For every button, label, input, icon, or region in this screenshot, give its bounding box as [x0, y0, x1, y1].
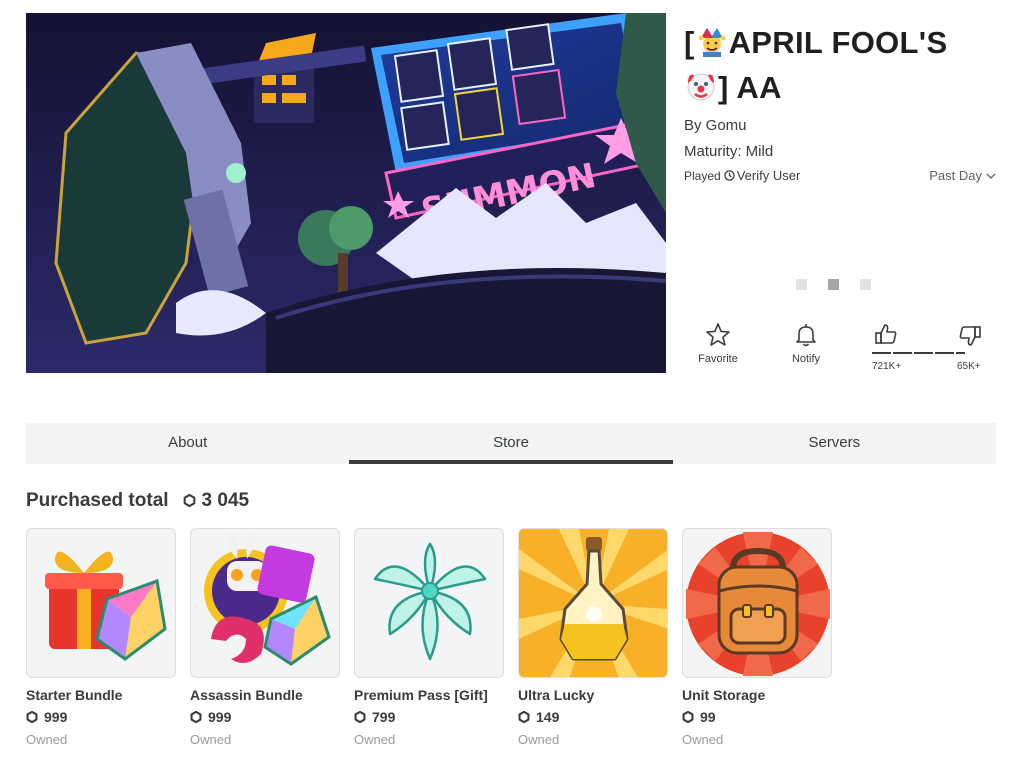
- backpack-icon: [686, 532, 830, 676]
- robux-icon: [183, 494, 195, 507]
- game-title: [ APRIL FOOL'S ] AA: [684, 20, 996, 110]
- store-item: Premium Pass [Gift] 799 Owned: [354, 528, 504, 747]
- store-item-price-value: 149: [536, 709, 560, 725]
- tab-store[interactable]: Store: [349, 423, 673, 464]
- store-item-price-value: 99: [700, 709, 716, 725]
- mask-crystal-icon: [204, 534, 331, 666]
- creator-link[interactable]: By Gomu: [684, 114, 996, 138]
- period-dropdown[interactable]: Past Day: [929, 168, 996, 183]
- game-tabs: About Store Servers: [26, 423, 996, 464]
- store-item: Unit Storage 99 Owned: [682, 528, 832, 747]
- played-row: Played Verify User Past Day: [684, 168, 996, 188]
- title-suffix-text: ] AA: [718, 70, 782, 105]
- bell-icon: [796, 324, 816, 347]
- store-item-price-value: 799: [372, 709, 396, 725]
- robux-icon: [354, 710, 366, 724]
- vote-bar-segment-4: [935, 352, 954, 354]
- title-bracket-open: [: [684, 25, 695, 60]
- vote-bar-segment-3: [914, 352, 933, 354]
- star-icon: [706, 323, 730, 346]
- store-item-card[interactable]: [518, 528, 668, 678]
- clown-face-emoji-icon: [687, 73, 715, 101]
- played-label: Played: [684, 169, 721, 183]
- tab-about[interactable]: About: [26, 423, 349, 464]
- game-details-panel: [ APRIL FOOL'S ] AA By Gomu Maturity: Mi…: [684, 20, 996, 188]
- gift-crystal-icon: [45, 551, 167, 661]
- store-item-name[interactable]: Assassin Bundle: [190, 687, 340, 703]
- thumbs-down-icon: [959, 326, 981, 346]
- store-item: Assassin Bundle 999 Owned: [190, 528, 340, 747]
- store-item-card[interactable]: [682, 528, 832, 678]
- dislikes-count: 65K+: [957, 361, 981, 372]
- thumbs-up-icon: [875, 324, 897, 344]
- store-item-price: 799: [354, 709, 504, 725]
- purchased-total-value: 3 045: [201, 490, 250, 511]
- likes-count: 721K+: [872, 361, 902, 372]
- purchased-total: Purchased total 3 045: [26, 490, 249, 512]
- potion-icon: [519, 529, 667, 677]
- robux-icon: [518, 710, 530, 724]
- store-item-status: Owned: [190, 732, 232, 747]
- store-item-price: 149: [518, 709, 668, 725]
- store-item-price: 999: [26, 709, 176, 725]
- vote-bar-segment-2: [893, 352, 912, 354]
- carousel-dot-2[interactable]: [828, 279, 839, 290]
- purchased-total-label: Purchased total: [26, 490, 169, 511]
- store-item: Starter Bundle 999 Owned: [26, 528, 176, 747]
- downvote-button[interactable]: [956, 322, 984, 353]
- game-actions: Favorite Notify 721K+ 65K+: [684, 322, 996, 378]
- upvote-button[interactable]: [872, 322, 900, 353]
- game-thumbnail[interactable]: SUMMON: [26, 13, 666, 373]
- thumbnail-artwork: SUMMON: [26, 13, 666, 373]
- vote-ratio-bar: [872, 352, 972, 355]
- store-item-price: 999: [190, 709, 340, 725]
- notify-label: Notify: [791, 353, 821, 365]
- flower-icon: [373, 542, 487, 661]
- store-item-card[interactable]: [354, 528, 504, 678]
- store-item-name[interactable]: Ultra Lucky: [518, 687, 668, 703]
- store-item-price: 99: [682, 709, 832, 725]
- robux-icon: [682, 710, 694, 724]
- maturity-label: Maturity: Mild: [684, 143, 774, 160]
- favorite-label: Favorite: [698, 353, 738, 365]
- chevron-down-icon: [986, 173, 996, 179]
- store-item-status: Owned: [26, 732, 68, 747]
- store-item-name[interactable]: Unit Storage: [682, 687, 832, 703]
- favorite-button[interactable]: Favorite: [696, 322, 740, 365]
- store-item-card[interactable]: [26, 528, 176, 678]
- carousel-dot-3[interactable]: [860, 279, 871, 290]
- notify-button[interactable]: Notify: [786, 322, 826, 365]
- store-item-name[interactable]: Premium Pass [Gift]: [354, 687, 504, 703]
- carousel-dot-1[interactable]: [796, 279, 807, 290]
- vote-bar-segment-5: [956, 352, 965, 354]
- tab-servers[interactable]: Servers: [673, 423, 996, 464]
- title-main-text: APRIL FOOL'S: [728, 25, 948, 60]
- vote-bar-segment-1: [872, 352, 891, 354]
- store-item-name[interactable]: Starter Bundle: [26, 687, 176, 703]
- period-dropdown-label: Past Day: [929, 168, 982, 183]
- store-item-status: Owned: [682, 732, 724, 747]
- store-item-status: Owned: [354, 732, 396, 747]
- robux-icon: [26, 710, 38, 724]
- store-item-price-value: 999: [44, 709, 68, 725]
- store-item-card[interactable]: [190, 528, 340, 678]
- store-item-price-value: 999: [208, 709, 232, 725]
- played-value: Verify User: [736, 168, 801, 183]
- store-item: Ultra Lucky 149 Owned: [518, 528, 668, 747]
- robux-icon: [190, 710, 202, 724]
- jester-emoji-icon: [698, 28, 726, 57]
- store-item-status: Owned: [518, 732, 560, 747]
- clock-icon: [723, 170, 735, 181]
